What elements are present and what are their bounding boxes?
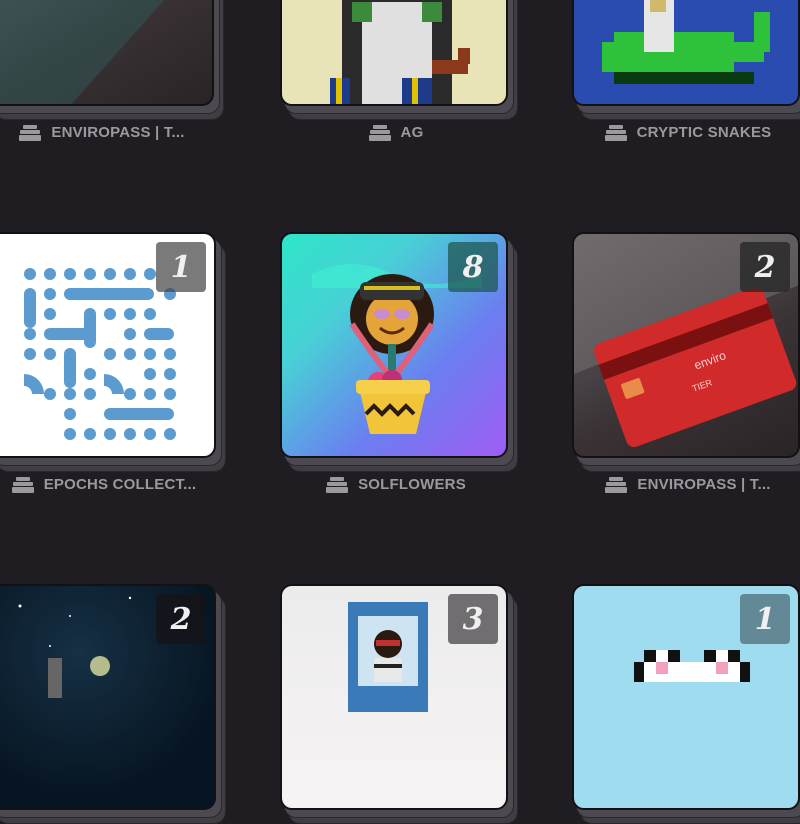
item-count-badge: 1: [740, 594, 790, 644]
collection-card[interactable]: 3: [280, 584, 518, 824]
item-count-badge: 2: [740, 242, 790, 292]
collection-thumbnail[interactable]: [0, 0, 214, 106]
collection-card[interactable]: ENVIROPASS | T...: [0, 0, 224, 141]
collection-card[interactable]: 1: [572, 584, 800, 824]
collection-name: CRYPTIC SNAKES: [636, 124, 772, 141]
collection-name: ENVIROPASS | T...: [637, 476, 771, 493]
collection-thumbnail[interactable]: 3: [280, 584, 508, 810]
collection-label[interactable]: ENVIROPASS | T...: [572, 476, 800, 493]
collection-thumbnail[interactable]: 1: [572, 584, 800, 810]
collection-thumbnail[interactable]: 2: [0, 584, 216, 810]
stack-icon: [326, 476, 349, 493]
collection-card[interactable]: AG: [280, 0, 518, 141]
item-count-badge: 8: [448, 242, 498, 292]
stack-icon: [604, 124, 627, 141]
collection-name: ENVIROPASS | T...: [51, 124, 185, 141]
collection-label[interactable]: CRYPTIC SNAKES: [572, 124, 800, 141]
stack-icon: [368, 124, 391, 141]
collection-label[interactable]: EPOCHS COLLECT...: [0, 476, 220, 493]
collection-card[interactable]: 1 EPOCHS COLLECT...: [0, 232, 226, 493]
item-count-badge: 2: [156, 594, 206, 644]
collection-card[interactable]: enviro TIER 2 ENVIROPASS | T...: [572, 232, 800, 493]
collection-name: AG: [400, 124, 424, 141]
item-count-badge: 3: [448, 594, 498, 644]
collection-name: SOLFLOWERS: [358, 476, 466, 493]
stack-icon: [11, 476, 34, 493]
collection-thumbnail[interactable]: [572, 0, 800, 106]
collection-thumbnail[interactable]: 1: [0, 232, 216, 458]
item-count-badge: 1: [156, 242, 206, 292]
collection-thumbnail[interactable]: enviro TIER 2: [572, 232, 800, 458]
collection-thumbnail[interactable]: [280, 0, 508, 106]
stack-icon: [19, 124, 42, 141]
stack-icon: [605, 476, 628, 493]
collection-card[interactable]: 2: [0, 584, 226, 824]
collection-thumbnail[interactable]: 8: [280, 232, 508, 458]
collection-name: EPOCHS COLLECT...: [43, 476, 197, 493]
collection-label[interactable]: SOLFLOWERS: [280, 476, 512, 493]
collection-card[interactable]: 8 SOLFLOWERS: [280, 232, 518, 493]
collection-label[interactable]: ENVIROPASS | T...: [0, 124, 218, 141]
collection-card[interactable]: CRYPTIC SNAKES: [572, 0, 800, 141]
collection-label[interactable]: AG: [280, 124, 512, 141]
